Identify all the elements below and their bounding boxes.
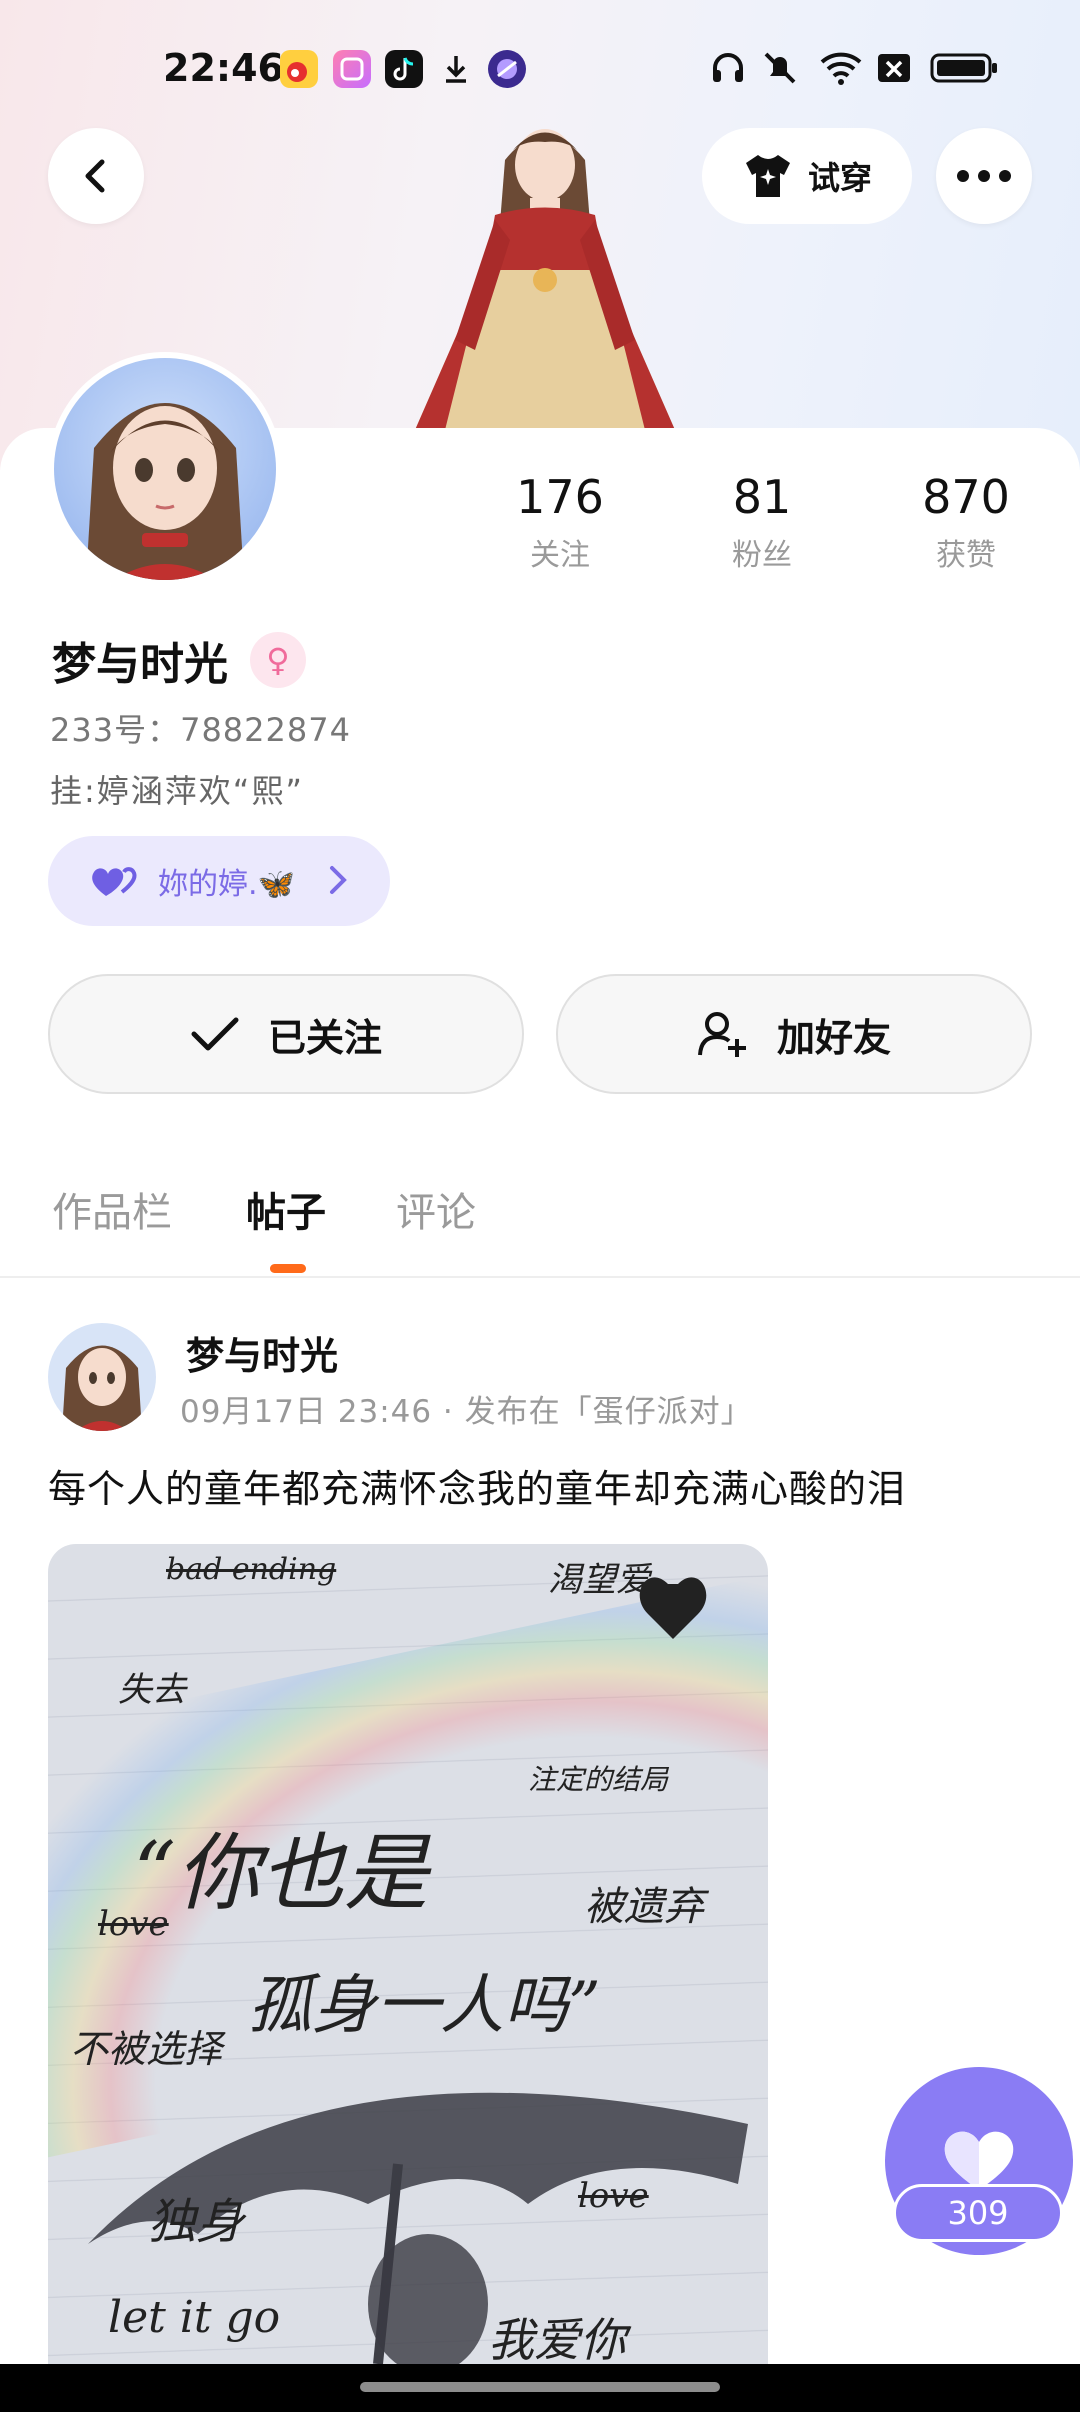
stat-followers[interactable]: 81 粉丝: [682, 470, 842, 574]
try-on-button[interactable]: 试穿: [702, 128, 912, 224]
profile-avatar[interactable]: [48, 352, 282, 586]
add-friend-button[interactable]: 加好友: [556, 974, 1032, 1094]
try-on-label: 试穿: [807, 159, 872, 197]
tiktok-icon: [385, 50, 423, 88]
tshirt-icon: [745, 155, 790, 197]
relationship-chip-label: 妳的婷.🦋: [158, 867, 295, 902]
chevron-right-icon: [330, 866, 347, 894]
image-text-crave-love: 渴望爱: [548, 1560, 650, 1600]
weibo-icon: [280, 50, 318, 88]
stat-followers-count: 81: [732, 470, 792, 524]
photo-app-icon: [333, 50, 371, 88]
tab-works[interactable]: 作品栏: [52, 1180, 172, 1238]
stat-likes[interactable]: 870 获赞: [886, 470, 1046, 574]
system-navigation-bar: [0, 2364, 1080, 2412]
female-gender-icon: ♀: [250, 632, 306, 688]
stat-following-count: 176: [516, 470, 604, 524]
profile-name-row: 梦与时光 ♀: [52, 628, 306, 692]
avatar-portrait-image: [86, 403, 244, 580]
followed-label: 已关注: [267, 1015, 382, 1060]
post-text[interactable]: 每个人的童年都充满怀念我的童年却充满心酸的泪: [48, 1458, 906, 1513]
image-text-love-1: love: [98, 1904, 169, 1944]
profile-tabs: 作品栏 帖子 评论: [0, 1180, 1080, 1276]
tab-comments[interactable]: 评论: [396, 1180, 476, 1238]
headphones-icon: [713, 53, 743, 82]
like-count: 309: [893, 2184, 1063, 2242]
image-text-alone: 孤身一人吗”: [248, 1969, 601, 2043]
stat-following[interactable]: 176 关注: [480, 470, 640, 574]
home-gesture-handle[interactable]: [360, 2382, 720, 2392]
tabs-divider: [0, 1276, 1080, 1278]
profile-signature: 挂:婷涵萍欢“熙”: [50, 772, 304, 810]
wifi-icon: [820, 52, 862, 85]
mute-icon: [764, 52, 796, 84]
followed-button[interactable]: 已关注: [48, 974, 524, 1094]
post-image[interactable]: bad ending 渴望爱 失去 注定的结局 “你也是 被遗弃 love 孤身…: [48, 1544, 768, 2364]
sim-off-icon: [878, 54, 910, 82]
more-dots-icon: [957, 170, 1011, 182]
relationship-chip[interactable]: 妳的婷.🦋: [48, 836, 390, 926]
image-text-i-love-you: 我爱你: [488, 2313, 626, 2364]
avatar-character-illustration: [415, 129, 675, 430]
profile-id[interactable]: 233号：78822874: [50, 705, 351, 751]
active-tab-indicator: [270, 1264, 306, 1273]
image-text-lose: 失去: [118, 1670, 186, 1710]
stat-likes-label: 获赞: [936, 538, 996, 573]
back-button[interactable]: [48, 128, 144, 224]
status-bar: 22:46: [0, 40, 1080, 100]
tab-posts[interactable]: 帖子: [246, 1180, 326, 1238]
post-author-name[interactable]: 梦与时光: [186, 1325, 338, 1380]
image-text-love-2: love: [578, 2176, 649, 2216]
stat-followers-label: 粉丝: [732, 538, 792, 573]
post-avatar-image: [62, 1345, 142, 1431]
double-heart-icon: [92, 867, 137, 896]
chevron-left-icon: [85, 159, 105, 193]
post-author-avatar[interactable]: [48, 1323, 156, 1431]
image-text-you-too: “你也是: [133, 1824, 428, 1922]
image-text-destined-ending: 注定的结局: [528, 1763, 669, 1796]
battery-icon: [930, 53, 997, 83]
post-meta: 09月17日 23:46 · 发布在「蛋仔派对」: [180, 1394, 753, 1430]
stat-likes-count: 870: [922, 470, 1010, 524]
more-options-button[interactable]: [936, 128, 1032, 224]
image-text-abandoned: 被遗弃: [584, 1884, 704, 1930]
image-text-bad-ending: bad ending: [166, 1552, 337, 1587]
image-text-single: 独身: [148, 2194, 245, 2250]
status-time: 22:46: [163, 46, 284, 90]
image-text-let-it-go: let it go: [108, 2292, 281, 2343]
browser-icon: [488, 50, 526, 88]
add-friend-label: 加好友: [776, 1015, 891, 1060]
download-icon: [437, 50, 475, 88]
profile-name: 梦与时光: [52, 639, 228, 690]
add-user-icon: [697, 1012, 746, 1057]
check-icon: [191, 1017, 239, 1051]
stat-following-label: 关注: [530, 538, 590, 573]
image-text-not-chosen: 不被选择: [70, 2027, 223, 2071]
